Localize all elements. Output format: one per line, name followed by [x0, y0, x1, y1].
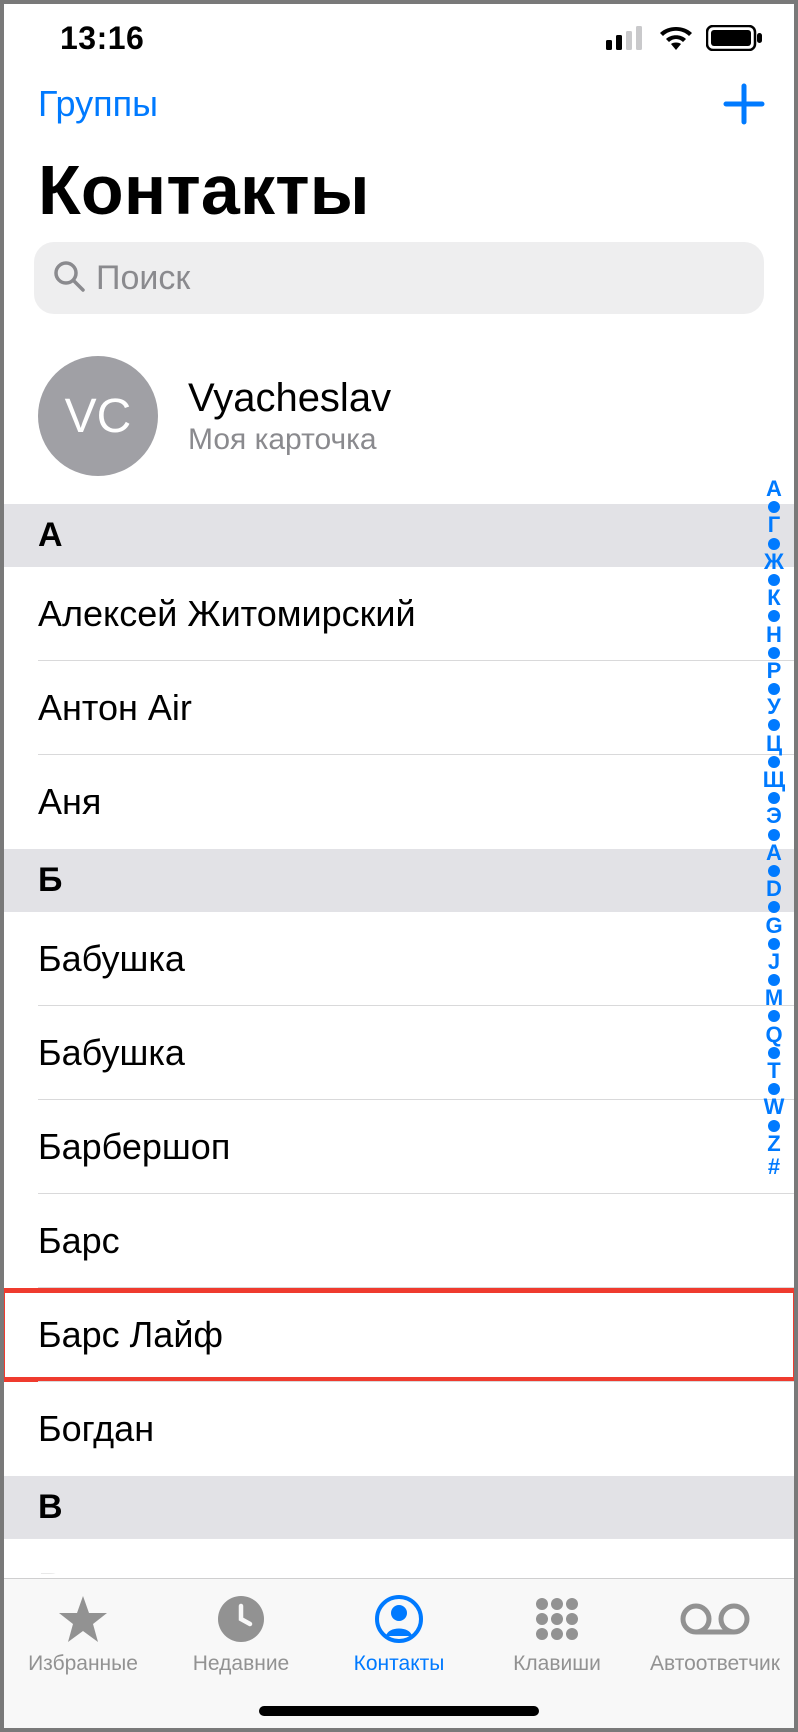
contact-row[interactable]: Алексей Житомирский	[0, 567, 798, 661]
tab-voicemail[interactable]: Автоответчик	[640, 1591, 790, 1676]
index-dot[interactable]	[768, 719, 780, 731]
index-letter[interactable]: Н	[766, 624, 782, 646]
index-dot[interactable]	[768, 901, 780, 913]
index-letter[interactable]: D	[766, 878, 782, 900]
index-dot[interactable]	[768, 1047, 780, 1059]
section-header: А	[0, 504, 798, 567]
index-letter[interactable]: Z	[767, 1133, 780, 1155]
index-dot[interactable]	[768, 974, 780, 986]
tab-label: Избранные	[28, 1652, 138, 1676]
index-dot[interactable]	[768, 938, 780, 950]
contact-icon	[374, 1591, 424, 1647]
contacts-list: А Алексей Житомирский Антон Air Аня Б Ба…	[0, 504, 798, 1574]
index-dot[interactable]	[768, 574, 780, 586]
section-index-bar[interactable]: АГЖКНРУЦЩЭADGJMQTWZ#	[756, 478, 792, 1178]
tab-keypad[interactable]: Клавиши	[482, 1591, 632, 1676]
index-dot[interactable]	[768, 792, 780, 804]
index-letter[interactable]: К	[767, 587, 780, 609]
home-indicator[interactable]	[259, 1706, 539, 1716]
my-card-subtitle: Моя карточка	[188, 423, 391, 457]
index-dot[interactable]	[768, 1120, 780, 1132]
tab-label: Контакты	[354, 1652, 445, 1676]
avatar: VC	[38, 356, 158, 476]
section-header: Б	[0, 849, 798, 912]
contact-row[interactable]: Барс	[0, 1194, 798, 1288]
index-dot[interactable]	[768, 1010, 780, 1022]
tab-label: Недавние	[193, 1652, 289, 1676]
index-dot[interactable]	[768, 610, 780, 622]
add-contact-button[interactable]	[722, 82, 766, 126]
index-letter[interactable]: W	[764, 1096, 785, 1118]
status-bar: 13:16	[0, 0, 798, 68]
tab-contacts[interactable]: Контакты	[324, 1591, 474, 1676]
index-letter[interactable]: Q	[765, 1024, 782, 1046]
index-dot[interactable]	[768, 501, 780, 513]
index-letter[interactable]: Г	[768, 514, 780, 536]
section-header: В	[0, 1476, 798, 1539]
plus-icon	[722, 82, 766, 126]
my-card-name: Vyacheslav	[188, 376, 391, 421]
index-letter[interactable]: Р	[767, 660, 782, 682]
index-letter[interactable]: T	[767, 1060, 780, 1082]
index-dot[interactable]	[768, 683, 780, 695]
index-dot[interactable]	[768, 1083, 780, 1095]
status-time: 13:16	[34, 20, 144, 57]
contact-row[interactable]: Бабушка	[0, 912, 798, 1006]
clock-icon	[216, 1591, 266, 1647]
contact-row-highlighted[interactable]: Барс Лайф	[0, 1288, 798, 1382]
contact-row[interactable]: Антон Air	[0, 661, 798, 755]
contact-row[interactable]: Вадим	[0, 1539, 798, 1574]
groups-button[interactable]: Группы	[38, 83, 158, 125]
search-input[interactable]	[96, 259, 746, 298]
index-dot[interactable]	[768, 756, 780, 768]
index-letter[interactable]: Щ	[763, 769, 785, 791]
star-icon	[57, 1591, 109, 1647]
index-letter[interactable]: Э	[766, 805, 782, 827]
tab-recents[interactable]: Недавние	[166, 1591, 316, 1676]
search-field[interactable]	[34, 242, 764, 314]
cellular-signal-icon	[606, 26, 646, 50]
contact-row[interactable]: Богдан	[0, 1382, 798, 1476]
contact-row[interactable]: Бабушка	[0, 1006, 798, 1100]
my-card[interactable]: VC Vyacheslav Моя карточка	[0, 332, 798, 504]
index-letter[interactable]: Ц	[766, 733, 782, 755]
index-letter[interactable]: M	[765, 987, 783, 1009]
index-letter[interactable]: J	[768, 951, 780, 973]
page-title: Контакты	[0, 132, 798, 242]
battery-icon	[706, 25, 764, 51]
nav-bar: Группы	[0, 68, 798, 132]
wifi-icon	[658, 25, 694, 51]
voicemail-icon	[680, 1591, 750, 1647]
index-letter[interactable]: #	[768, 1156, 780, 1178]
index-dot[interactable]	[768, 647, 780, 659]
search-icon	[52, 259, 86, 298]
index-dot[interactable]	[768, 538, 780, 550]
index-dot[interactable]	[768, 829, 780, 841]
index-letter[interactable]: Ж	[764, 551, 784, 573]
index-letter[interactable]: У	[767, 696, 781, 718]
contact-row[interactable]: Аня	[0, 755, 798, 849]
index-letter[interactable]: A	[766, 842, 782, 864]
index-letter[interactable]: А	[766, 478, 782, 500]
tab-label: Автоответчик	[650, 1652, 780, 1676]
index-letter[interactable]: G	[765, 915, 782, 937]
status-icons	[606, 25, 764, 51]
contact-row[interactable]: Барбершоп	[0, 1100, 798, 1194]
index-dot[interactable]	[768, 865, 780, 877]
tab-label: Клавиши	[513, 1652, 601, 1676]
keypad-icon	[532, 1591, 582, 1647]
tab-favorites[interactable]: Избранные	[8, 1591, 158, 1676]
